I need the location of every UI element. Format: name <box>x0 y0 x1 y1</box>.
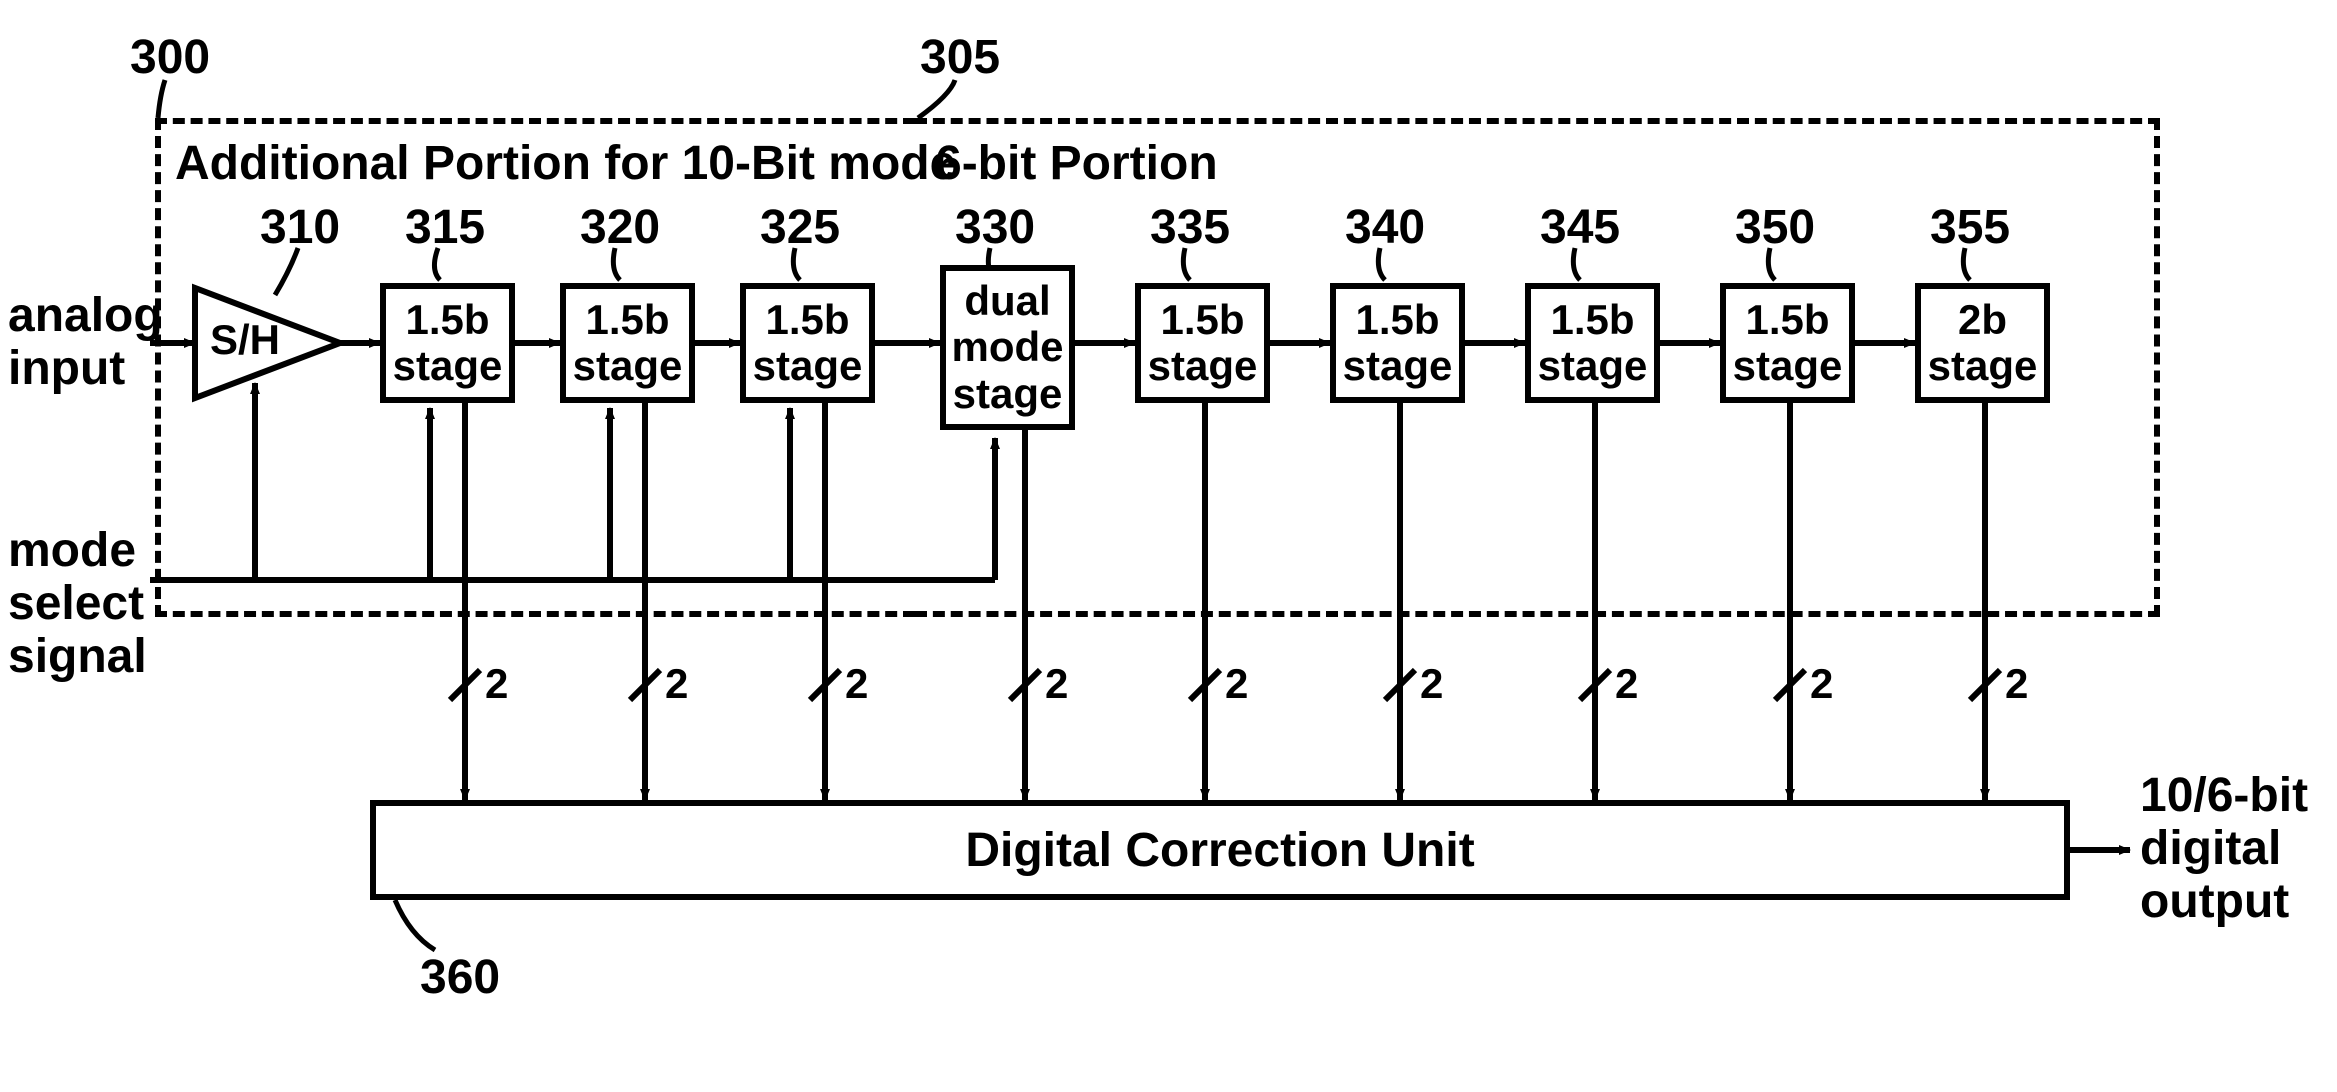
stage-330-label: dual mode stage <box>951 278 1063 417</box>
stage-320: 1.5b stage <box>560 283 695 403</box>
label-analog-input: analog input <box>8 290 163 396</box>
ref-360: 360 <box>420 950 500 1005</box>
stage-325-label: 1.5b stage <box>753 297 863 389</box>
bitwidth-325: 2 <box>845 660 868 708</box>
bitwidth-340: 2 <box>1420 660 1443 708</box>
stage-325: 1.5b stage <box>740 283 875 403</box>
sh-label: S/H <box>210 317 280 363</box>
wiring-svg <box>0 0 2337 1092</box>
stage-315-label: 1.5b stage <box>393 297 503 389</box>
diagram-canvas: 300 305 Additional Portion for 10-Bit mo… <box>0 0 2337 1092</box>
stage-340: 1.5b stage <box>1330 283 1465 403</box>
bitwidth-320: 2 <box>665 660 688 708</box>
stage-335: 1.5b stage <box>1135 283 1270 403</box>
stage-350-label: 1.5b stage <box>1733 297 1843 389</box>
label-output: 10/6-bit digital output <box>2140 770 2308 928</box>
stage-340-label: 1.5b stage <box>1343 297 1453 389</box>
bitwidth-345: 2 <box>1615 660 1638 708</box>
stage-345: 1.5b stage <box>1525 283 1660 403</box>
stage-350: 1.5b stage <box>1720 283 1855 403</box>
dcu-label: Digital Correction Unit <box>965 823 1474 878</box>
stage-355: 2b stage <box>1915 283 2050 403</box>
bitwidth-330: 2 <box>1045 660 1068 708</box>
stage-335-label: 1.5b stage <box>1148 297 1258 389</box>
bitwidth-315: 2 <box>485 660 508 708</box>
bitwidth-350: 2 <box>1810 660 1833 708</box>
stage-320-label: 1.5b stage <box>573 297 683 389</box>
stage-355-label: 2b stage <box>1928 297 2038 389</box>
bitwidth-335: 2 <box>1225 660 1248 708</box>
stage-345-label: 1.5b stage <box>1538 297 1648 389</box>
bitwidth-355: 2 <box>2005 660 2028 708</box>
digital-correction-unit: Digital Correction Unit <box>370 800 2070 900</box>
stage-330: dual mode stage <box>940 265 1075 430</box>
stage-315: 1.5b stage <box>380 283 515 403</box>
label-mode-select: mode select signal <box>8 525 147 683</box>
